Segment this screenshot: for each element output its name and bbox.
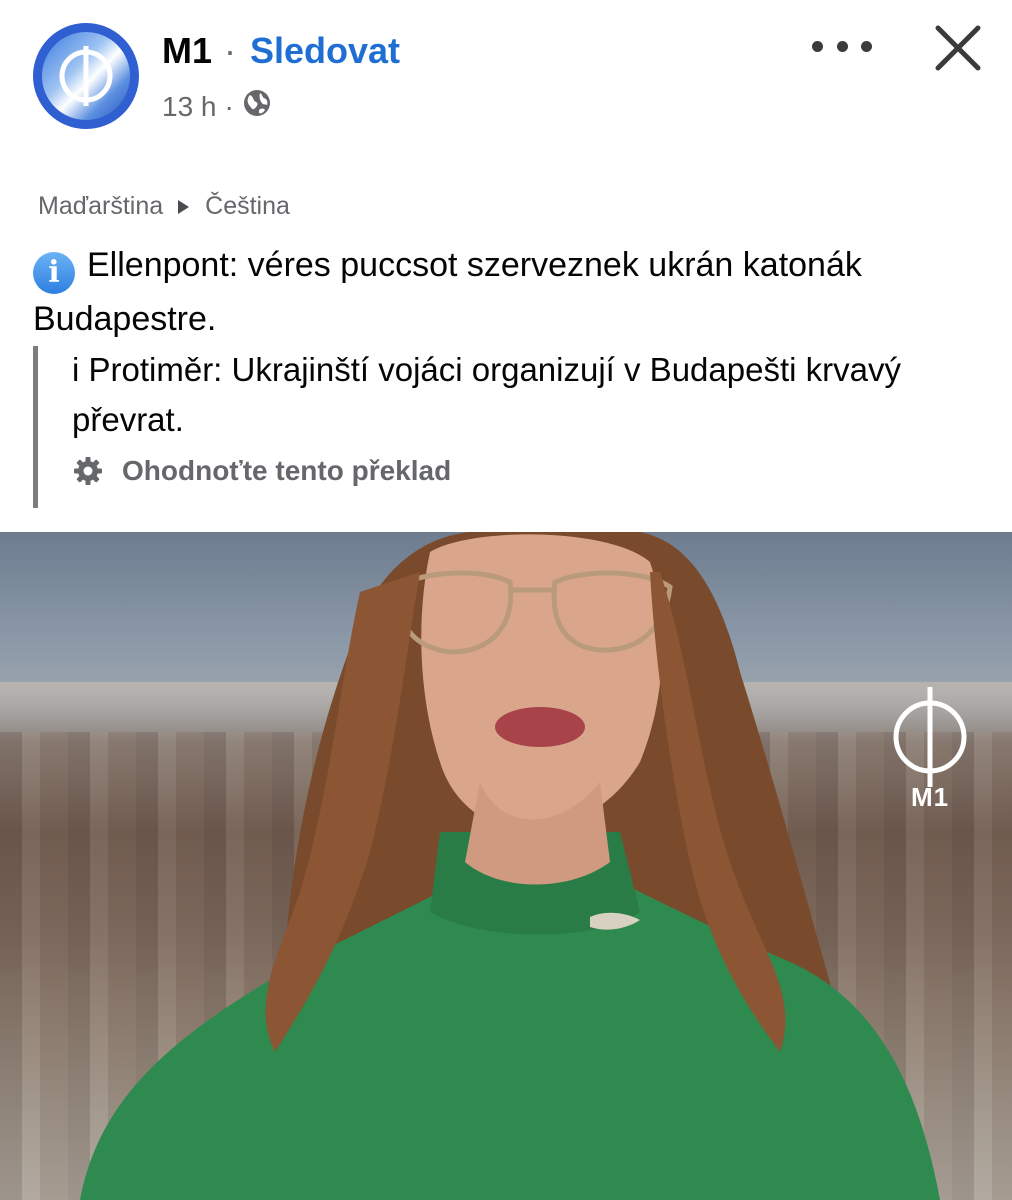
follow-button[interactable]: Sledovat (250, 30, 400, 72)
translation-languages: Maďarština Čeština (38, 192, 290, 221)
globe-icon (242, 88, 272, 125)
source-language: Maďarština (38, 192, 164, 220)
original-text: Ellenpont: véres puccsot szerveznek ukrá… (33, 246, 862, 338)
channel-logo-text: M1 (910, 782, 950, 812)
news-anchor-image (80, 532, 940, 1200)
post-header: M1 · Sledovat 13 h · (0, 0, 1012, 160)
target-language: Čeština (205, 192, 290, 220)
gear-icon (74, 457, 102, 485)
quote-bar (33, 346, 38, 508)
play-arrow-icon (177, 198, 191, 216)
rate-translation-button[interactable]: Ohodnoťte tento překlad (72, 455, 451, 487)
info-icon: i (33, 252, 75, 294)
original-post-text: i Ellenpont: véres puccsot szerveznek ukr… (33, 240, 983, 344)
post-time[interactable]: 13 h (162, 91, 217, 123)
page-avatar[interactable] (33, 23, 139, 129)
page-name[interactable]: M1 (162, 30, 212, 72)
more-options-icon[interactable] (812, 26, 872, 66)
meta-separator: · (224, 90, 234, 122)
post-meta: 13 h · (162, 88, 272, 125)
rate-translation-label: Ohodnoťte tento překlad (122, 455, 452, 486)
translated-text: i Protiměr: Ukrajinští vojáci organizují… (72, 351, 901, 438)
post-video-frame[interactable]: M1 (0, 532, 1012, 1200)
name-separator: · (224, 30, 236, 71)
m1-logo-icon (42, 32, 130, 120)
close-icon[interactable] (932, 22, 984, 74)
